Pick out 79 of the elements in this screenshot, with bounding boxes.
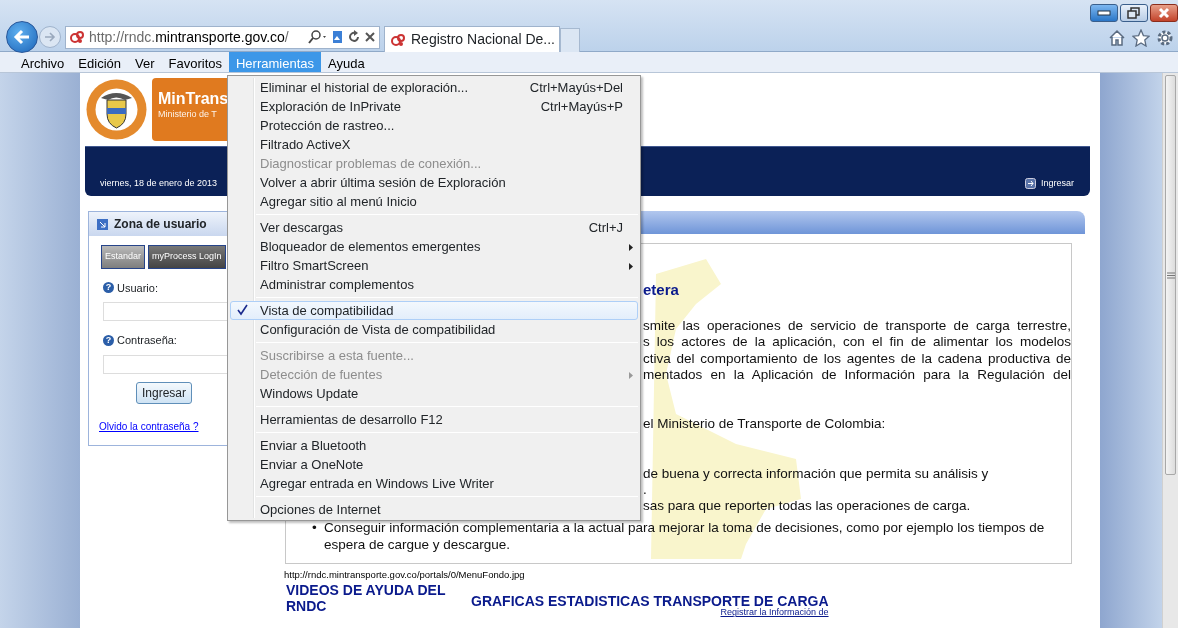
forward-arrow-icon <box>44 31 56 43</box>
arrow-icon <box>97 218 108 230</box>
shortcut-text: Ctrl+Mayús+Del <box>529 78 623 97</box>
restore-button[interactable] <box>1120 4 1148 22</box>
back-button[interactable] <box>6 21 38 53</box>
minimize-button[interactable] <box>1090 4 1118 22</box>
menu-item[interactable]: Filtro SmartScreen <box>230 256 638 275</box>
menu-item[interactable]: Bloqueador de elementos emergentes <box>230 237 638 256</box>
paragraph-line: s los actores de la aplicación, con el fin de alimentar los modelos <box>643 334 1071 351</box>
arrow-icon <box>1024 177 1036 189</box>
close-icon <box>1158 7 1170 19</box>
panel-title: Zona de usuario <box>114 216 207 233</box>
menu-item[interactable]: Protección de rastreo... <box>230 116 638 135</box>
menu-item[interactable]: Opciones de Internet <box>230 500 638 519</box>
home-icon[interactable] <box>1108 29 1126 47</box>
tab-title: Registro Nacional De... <box>411 30 555 49</box>
paragraph-line: smite las operaciones de servicio de transporte de carga terrestre, <box>643 317 1071 334</box>
close-button[interactable] <box>1150 4 1178 22</box>
seal-logo <box>85 78 148 141</box>
forgot-password-link[interactable]: Olvido la contraseña ? <box>99 418 199 434</box>
menu-item[interactable]: Vista de compatibilidad <box>230 301 638 320</box>
menu-item[interactable]: Administrar complementos <box>230 275 638 294</box>
url-text: http://rndc.mintransporte.gov.co/ <box>89 27 290 47</box>
address-field[interactable]: http://rndc.mintransporte.gov.co/ <box>65 25 380 49</box>
minimize-icon <box>1097 10 1111 16</box>
bullet-item: Conseguir información complementaria a la actual para mejorar la toma de decisiones, como por ejemplo los tiempos de espera de cargue y descargue. <box>324 519 1045 552</box>
field-label: Usuario: <box>117 280 158 296</box>
menu-item[interactable]: Filtrado ActiveX <box>230 135 638 154</box>
body-text: sas para que reporten todas las operaciones de carga. <box>643 498 972 515</box>
page-icon[interactable] <box>332 30 344 44</box>
grip-icon <box>1166 271 1175 279</box>
bullet-marker: • <box>312 518 317 536</box>
body-text: el Ministerio de Transporte de Colombia: <box>643 415 887 432</box>
menu-item[interactable]: Enviar a OneNote <box>230 455 638 474</box>
menu-item[interactable]: Agregar entrada en Windows Live Writer <box>230 474 638 493</box>
logo-title: MinTrans <box>158 90 227 108</box>
menu-item[interactable]: Ver descargas Ctrl+J <box>230 218 638 237</box>
menu-item[interactable]: Herramientas de desarrollo F12 <box>230 410 638 429</box>
shortcut-text: Ctrl+J <box>588 218 623 237</box>
site-icon <box>390 31 406 48</box>
search-icon[interactable] <box>307 30 329 44</box>
logo-subtitle: Ministerio de T <box>158 108 218 121</box>
restore-icon <box>1127 7 1141 19</box>
menu-item[interactable]: Edición <box>71 52 128 72</box>
register-link[interactable]: Registrar la Información de <box>720 606 829 620</box>
status-url: http://rndc.mintransporte.gov.co/portals/0/MenuFondo.jpg <box>284 568 526 582</box>
menu-item[interactable]: Exploración de InPrivate Ctrl+Mayús+P <box>230 97 638 116</box>
help-icon: ? <box>103 282 114 294</box>
field-label: Contraseña: <box>117 333 177 348</box>
menu-item[interactable]: Enviar a Bluetooth <box>230 436 638 455</box>
site-icon <box>69 29 85 45</box>
menu-item[interactable]: Agregar sitio al menú Inicio <box>230 192 638 211</box>
menu-item[interactable]: Archivo <box>14 52 72 72</box>
body-text: de buena y correcta información que permita su análisis y <box>643 465 990 483</box>
paragraph-line: ctiva del comportamiento de los agentes de la cadena productiva de <box>643 350 1071 367</box>
settings-icon[interactable] <box>1156 29 1174 47</box>
menu-item[interactable]: Ver <box>128 52 162 72</box>
star-icon[interactable] <box>1132 29 1150 47</box>
menu-item[interactable]: Configuración de Vista de compatibilidad <box>230 320 638 339</box>
refresh-icon[interactable] <box>347 30 361 44</box>
close-icon[interactable] <box>364 31 376 43</box>
login-link[interactable]: Ingresar <box>1024 176 1074 190</box>
body-text: . <box>643 482 648 499</box>
menu-item[interactable]: Favoritos <box>161 52 229 72</box>
browser-tab[interactable]: Registro Nacional De... <box>384 26 560 52</box>
login-tab[interactable]: myProcess LogIn <box>148 245 226 269</box>
menu-item[interactable]: Volver a abrir última sesión de Exploración <box>230 173 638 192</box>
shortcut-text: Ctrl+Mayús+P <box>540 97 623 116</box>
section-heading: VIDEOS DE AYUDA DEL RNDC <box>286 582 447 617</box>
paragraph-line: mentados en la Aplicación de Información para la Regulación del <box>643 367 1071 384</box>
date-text: viernes, 18 de enero de 2013 <box>100 176 218 190</box>
menu-item[interactable]: Eliminar el historial de exploración... Ctrl+Mayús+Del <box>230 78 638 97</box>
back-arrow-icon <box>13 29 31 45</box>
scrollbar[interactable] <box>1162 73 1178 628</box>
menu-item[interactable]: Windows Update <box>230 384 638 403</box>
section-heading: etera <box>643 280 680 300</box>
menu-item[interactable]: Ayuda <box>321 52 372 72</box>
login-button[interactable]: Ingresar <box>136 381 193 404</box>
help-icon: ? <box>103 334 114 346</box>
